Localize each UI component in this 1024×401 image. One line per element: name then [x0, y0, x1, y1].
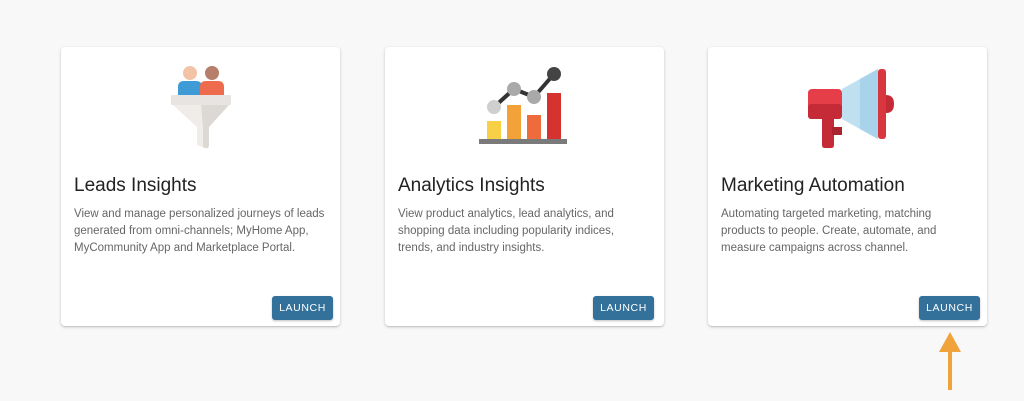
funnel-people-icon	[61, 57, 340, 157]
card-description: Automating targeted marketing, matching …	[721, 208, 937, 254]
card-leads-insights: Leads Insights View and manage personali…	[61, 47, 340, 326]
bar-chart-icon	[385, 57, 664, 157]
card-description: View and manage personalized journeys of…	[74, 208, 325, 254]
megaphone-icon	[708, 57, 987, 157]
card-marketing-automation: Marketing Automation Automating targeted…	[708, 47, 987, 326]
launch-button[interactable]: LAUNCH	[272, 296, 333, 320]
page: Leads Insights View and manage personali…	[0, 0, 1024, 401]
card-title: Leads Insights	[74, 175, 197, 196]
card-description: View product analytics, lead analytics, …	[398, 208, 615, 254]
up-arrow-icon	[939, 332, 961, 390]
card-title: Marketing Automation	[721, 175, 905, 196]
launch-button[interactable]: LAUNCH	[919, 296, 980, 320]
card-analytics-insights: Analytics Insights View product analytic…	[385, 47, 664, 326]
card-title: Analytics Insights	[398, 175, 545, 196]
launch-button[interactable]: LAUNCH	[593, 296, 654, 320]
